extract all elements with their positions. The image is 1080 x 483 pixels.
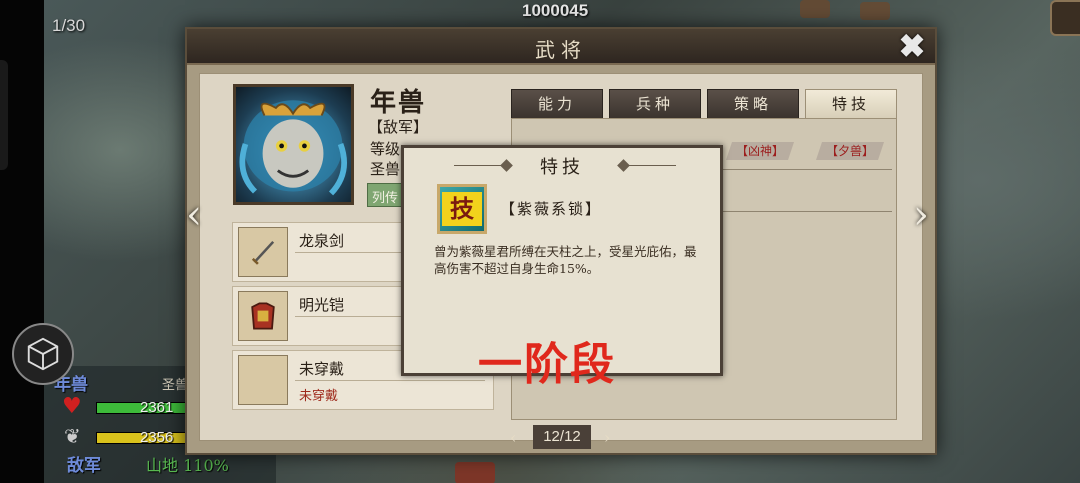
skill-description: 曾为紫薇星君所缚在天柱之上，受星光庇佑，最高伤害不超过自身生命15%。 <box>434 244 697 276</box>
chevron-right-icon[interactable]: › <box>604 428 610 447</box>
hp-value: 2361 <box>140 399 174 416</box>
map-unit[interactable] <box>800 0 830 18</box>
sword-icon <box>238 227 288 277</box>
skill-tag[interactable]: 【凶神】 <box>726 142 794 160</box>
gold-counter: 1000045 <box>522 1 589 20</box>
mp-value: 2356 <box>140 429 174 446</box>
unit-side: 敌军 <box>67 456 101 476</box>
equip-name: 未穿戴 <box>299 360 345 378</box>
dialog-title: 武将 <box>535 38 587 62</box>
armor-icon <box>238 291 288 341</box>
general-portrait <box>233 84 354 205</box>
popup-title: 特技 <box>540 157 584 178</box>
unit-terrain: 山地 110% <box>146 456 229 475</box>
stage-annotation: 一阶段 <box>478 339 616 390</box>
heart-icon: ♥ <box>62 394 82 419</box>
equip-name: 明光铠 <box>299 296 345 314</box>
empty-slot-icon <box>238 355 288 405</box>
general-name: 年兽 <box>370 88 427 118</box>
general-class: 圣兽 <box>370 160 401 178</box>
general-level: 等级 <box>370 140 401 158</box>
map-unit[interactable] <box>455 462 495 483</box>
skill-icon: 技 <box>437 184 487 234</box>
page-indicator: 12/12 <box>533 425 591 449</box>
turn-counter: 1/30 <box>52 16 86 35</box>
nian-beast-portrait <box>239 100 347 196</box>
equip-divider <box>295 380 485 381</box>
map-unit[interactable] <box>860 2 890 20</box>
dialog-title-bar: 武将 ✖ <box>187 29 935 65</box>
cube-menu-button[interactable] <box>12 323 74 385</box>
close-icon[interactable]: ✖ <box>895 30 929 64</box>
skill-tag[interactable]: 【夕兽】 <box>816 142 884 160</box>
equip-name: 龙泉剑 <box>299 232 345 250</box>
general-faction: 【敌军】 <box>368 118 429 136</box>
tab-troop-type[interactable]: 兵种 <box>609 89 701 119</box>
menu-corner-button[interactable] <box>1050 0 1080 36</box>
tab-strategy[interactable]: 策略 <box>707 89 799 119</box>
screen-notch <box>0 60 8 170</box>
tab-ability[interactable]: 能力 <box>511 89 603 119</box>
equip-status: 未穿戴 <box>299 389 339 404</box>
skill-icon-glyph: 技 <box>442 192 482 226</box>
tab-special-skill[interactable]: 特技 <box>805 89 897 119</box>
chevron-right-icon[interactable]: › <box>913 195 929 235</box>
chevron-left-icon[interactable]: ‹ <box>186 195 202 235</box>
skill-name: 【紫薇系锁】 <box>500 200 603 218</box>
cube-icon <box>27 337 59 371</box>
chevron-left-icon[interactable]: ‹ <box>510 428 516 447</box>
feather-icon: ❦ <box>64 424 81 448</box>
